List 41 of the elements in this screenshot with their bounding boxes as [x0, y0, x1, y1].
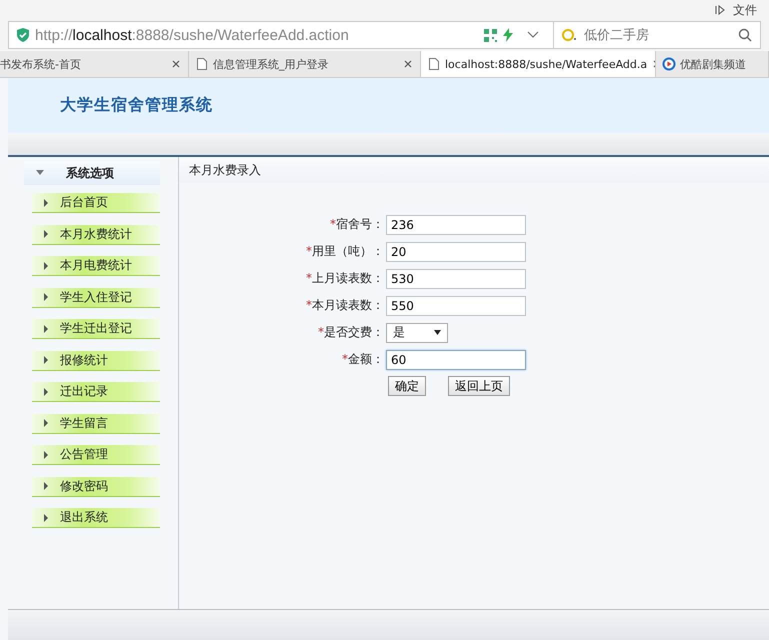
field-label: 上月读表数： — [312, 271, 384, 285]
file-menu[interactable]: 文件 — [733, 2, 757, 18]
search-field[interactable]: 低价二手房 — [582, 26, 734, 44]
required-mark: * — [318, 325, 324, 339]
required-mark: * — [330, 217, 336, 231]
sidebar-item[interactable]: 退出系统 — [32, 508, 160, 528]
required-mark: * — [306, 244, 312, 258]
input-field[interactable]: 60 — [386, 350, 526, 370]
sidebar-item[interactable]: 修改密码 — [32, 476, 160, 496]
input-field[interactable]: 530 — [386, 268, 526, 288]
sidebar-header[interactable]: 系统选项 — [24, 161, 160, 185]
panel-title: 本月水费录入 — [179, 157, 769, 183]
sidebar-item[interactable]: 后台首页 — [32, 193, 160, 213]
form-button[interactable]: 确定 — [388, 376, 426, 396]
field-label: 宿舍号： — [336, 217, 384, 231]
field-label: 金额： — [348, 352, 384, 366]
field-label: 本月读表数： — [312, 298, 384, 312]
sidebar-item[interactable]: 学生迁出登记 — [32, 319, 160, 339]
sidebar-item[interactable]: 迁出记录 — [32, 382, 160, 402]
sidebar-item[interactable]: 学生入住登记 — [32, 288, 160, 308]
sidebar-item[interactable]: 本月电费统计 — [32, 256, 160, 276]
field-label: 用里（吨）： — [312, 244, 384, 258]
browser-tab[interactable]: localhost:8888/sushe/WaterfeeAdd.a — [421, 51, 656, 77]
browser-tab[interactable]: 优酷剧集频道 — [656, 51, 769, 77]
address-bar[interactable]: http://localhost:8888/sushe/WaterfeeAdd.action 低价二手房 — [8, 21, 761, 49]
field-label: 是否交费： — [324, 325, 384, 339]
required-mark: * — [306, 298, 312, 312]
input-field[interactable]: 20 — [386, 242, 526, 262]
sidebar-item[interactable]: 报修统计 — [32, 350, 160, 370]
sidebar-item[interactable]: 公告管理 — [32, 445, 160, 465]
required-mark: * — [342, 352, 348, 366]
sidebar-item[interactable]: 学生留言 — [32, 414, 160, 434]
input-field[interactable]: 550 — [386, 296, 526, 316]
required-mark: * — [306, 271, 312, 285]
url-text: http://localhost:8888/sushe/WaterfeeAdd.action — [35, 26, 350, 44]
sidebar-item[interactable]: 本月水费统计 — [32, 224, 160, 244]
app-title: 大学生宿舍管理系统 — [60, 95, 213, 116]
input-field[interactable]: 236 — [386, 214, 526, 234]
browser-tab[interactable]: 书发布系统-首页 — [0, 51, 189, 77]
form-button[interactable]: 返回上页 — [448, 376, 510, 396]
select-field[interactable]: 是 — [386, 322, 448, 342]
